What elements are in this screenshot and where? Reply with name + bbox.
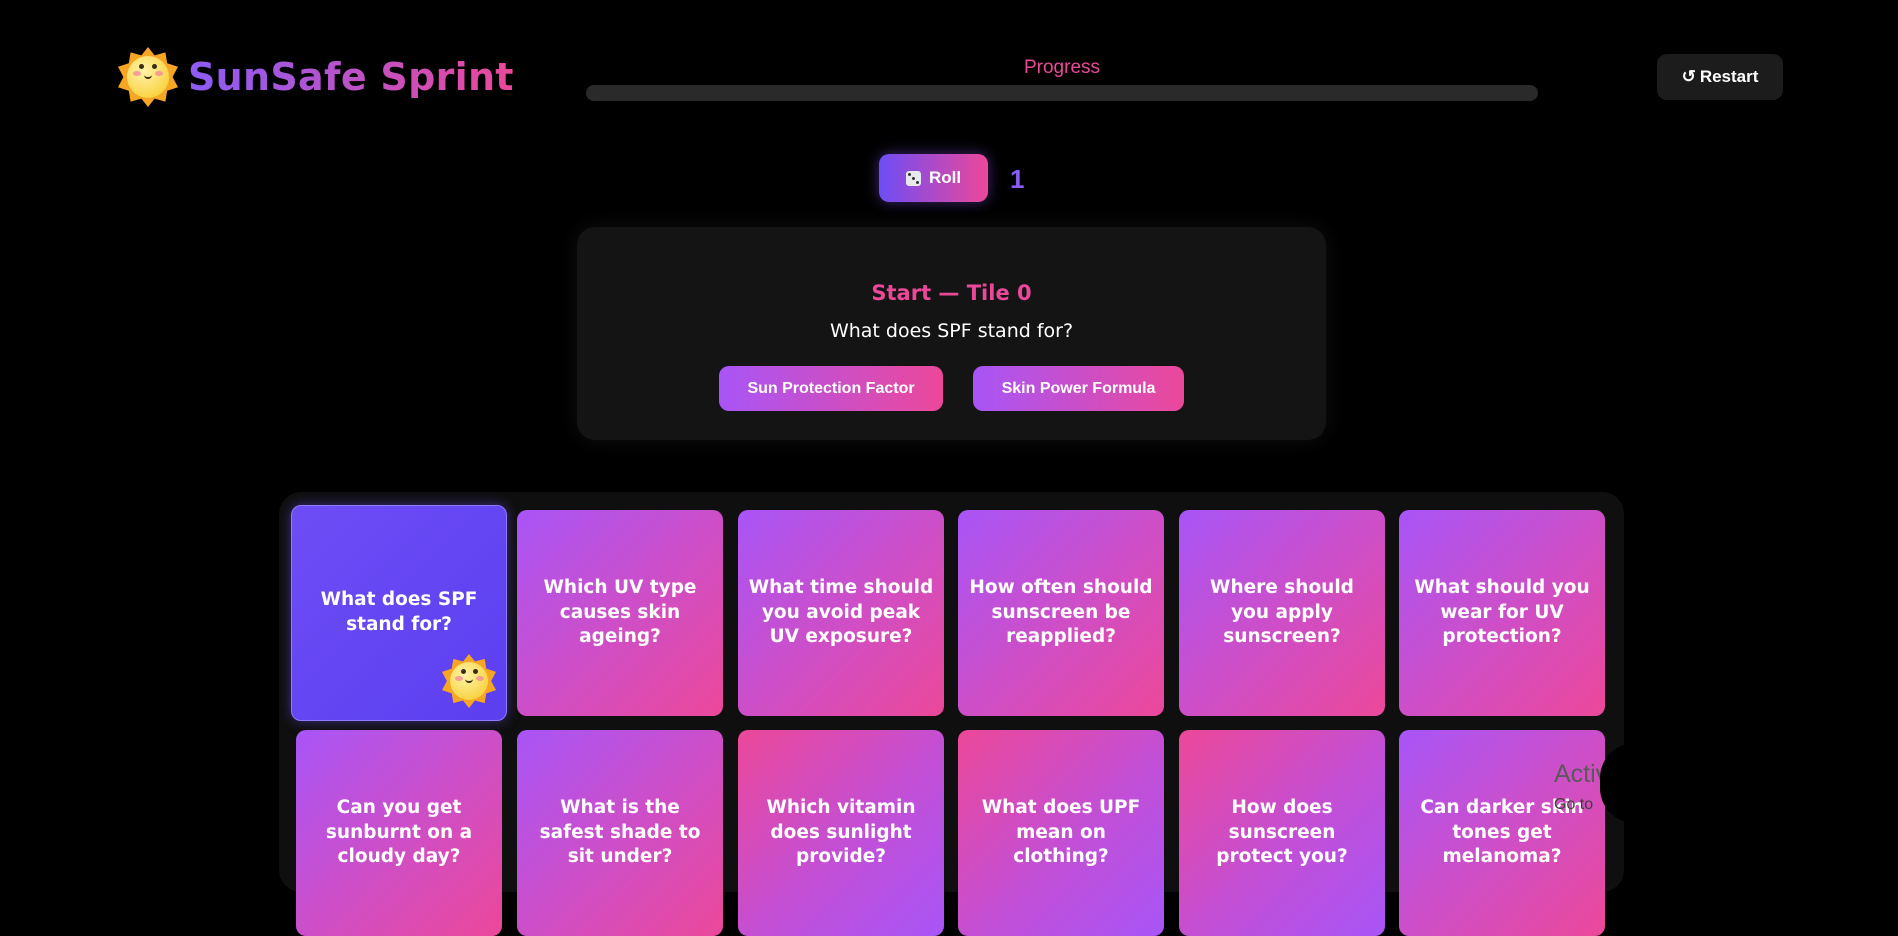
answer-button[interactable]: Skin Power Formula xyxy=(973,366,1184,411)
sun-mascot-icon xyxy=(116,45,180,109)
board-tile[interactable]: Which vitamin does sunlight provide? xyxy=(738,730,944,936)
board-tile[interactable]: Where should you apply sunscreen? xyxy=(1179,510,1385,716)
roll-button[interactable]: Roll xyxy=(879,154,988,202)
restart-label: Restart xyxy=(1699,67,1759,86)
dice-icon xyxy=(905,170,921,186)
tile-question: What does SPF stand for? xyxy=(320,589,478,635)
question-title: Start — Tile 0 xyxy=(871,281,1032,305)
tile-question: What time should you avoid peak UV expos… xyxy=(748,576,934,648)
tile-question: What does UPF mean on clothing? xyxy=(981,796,1141,868)
tile-question: What should you wear for UV protection? xyxy=(1414,576,1590,648)
restart-icon: ↺ xyxy=(1681,67,1696,86)
restart-button[interactable]: ↺ Restart xyxy=(1657,54,1783,100)
tile-question: Which vitamin does sunlight provide? xyxy=(766,796,916,868)
app-title: SunSafe Sprint xyxy=(188,55,514,99)
tile-question: How often should sunscreen be reapplied? xyxy=(969,576,1153,648)
tile-question: How does sunscreen protect you? xyxy=(1216,796,1348,868)
progress-bar xyxy=(586,85,1538,101)
board-tile[interactable]: Which UV type causes skin ageing? xyxy=(517,510,723,716)
board-tile[interactable]: How often should sunscreen be reapplied? xyxy=(958,510,1164,716)
activation-watermark-sub: Go to xyxy=(1554,796,1594,813)
roll-label: Roll xyxy=(928,168,962,187)
answer-options: Sun Protection Factor Skin Power Formula xyxy=(577,366,1326,411)
board-tile[interactable]: How does sunscreen protect you? xyxy=(1179,730,1385,936)
answer-button[interactable]: Sun Protection Factor xyxy=(719,366,943,411)
overlay-blob xyxy=(1600,743,1670,823)
tile-question: What is the safest shade to sit under? xyxy=(539,796,701,868)
tile-question: Where should you apply sunscreen? xyxy=(1210,576,1354,648)
board-tile[interactable]: What is the safest shade to sit under? xyxy=(517,730,723,936)
board-tile[interactable]: What time should you avoid peak UV expos… xyxy=(738,510,944,716)
game-board: What does SPF stand for? Which UV type c… xyxy=(279,492,1624,936)
board-tile[interactable]: Can you get sunburnt on a cloudy day? xyxy=(296,730,502,936)
progress-label: Progress xyxy=(1023,57,1101,78)
tile-question: Which UV type causes skin ageing? xyxy=(543,576,697,648)
board-tile[interactable]: What does UPF mean on clothing? xyxy=(958,730,1164,936)
dice-value: 1 xyxy=(1010,164,1025,194)
board-tile[interactable]: What does SPF stand for? xyxy=(291,505,507,721)
tile-question: Can you get sunburnt on a cloudy day? xyxy=(325,796,473,868)
player-token-icon xyxy=(440,652,498,710)
board-tile[interactable]: What should you wear for UV protection? xyxy=(1399,510,1605,716)
question-card: Start — Tile 0 What does SPF stand for? … xyxy=(577,227,1326,440)
question-text: What does SPF stand for? xyxy=(829,320,1074,342)
logo: SunSafe Sprint xyxy=(116,45,514,109)
